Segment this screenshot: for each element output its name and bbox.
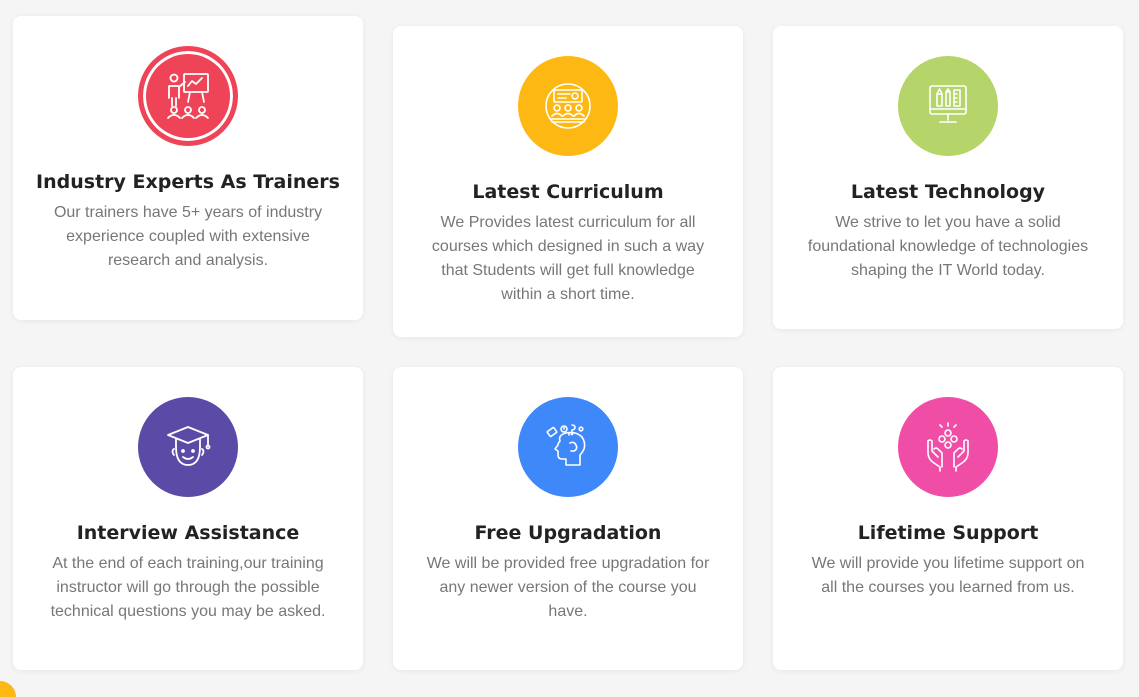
head-thinking-icon bbox=[518, 397, 618, 497]
feature-description: We strive to let you have a solid founda… bbox=[807, 214, 1089, 279]
feature-description: We will provide you lifetime support on … bbox=[811, 555, 1085, 596]
feature-title: Latest Curriculum bbox=[472, 181, 664, 203]
feature-title: Interview Assistance bbox=[76, 522, 300, 544]
feature-description: We will be provided free upgradation for… bbox=[426, 555, 710, 620]
classroom-curriculum-icon bbox=[518, 56, 618, 156]
feature-card-interview-assistance: Interview Assistance At the end of each … bbox=[13, 367, 363, 670]
feature-description: Our trainers have 5+ years of industry e… bbox=[53, 204, 323, 269]
feature-card-free-upgradation: Free Upgradation We will be provided fre… bbox=[393, 367, 743, 670]
graduate-student-icon bbox=[138, 397, 238, 497]
feature-title: Latest Technology bbox=[850, 181, 1046, 203]
hands-support-icon bbox=[898, 397, 998, 497]
features-grid: Industry Experts As Trainers Our trainer… bbox=[0, 0, 1139, 697]
feature-card-lifetime-support: Lifetime Support We will provide you lif… bbox=[773, 367, 1123, 670]
floating-action-dot[interactable] bbox=[0, 681, 16, 697]
feature-description: We Provides latest curriculum for all co… bbox=[431, 214, 705, 303]
trainer-presentation-icon bbox=[138, 46, 238, 146]
feature-description: At the end of each training,our training… bbox=[50, 555, 326, 620]
feature-card-latest-technology: Latest Technology We strive to let you h… bbox=[773, 26, 1123, 329]
feature-card-latest-curriculum: Latest Curriculum We Provides latest cur… bbox=[393, 26, 743, 337]
feature-card-industry-experts: Industry Experts As Trainers Our trainer… bbox=[13, 16, 363, 320]
feature-title: Lifetime Support bbox=[857, 522, 1039, 544]
feature-title: Industry Experts As Trainers bbox=[36, 171, 340, 193]
feature-title: Free Upgradation bbox=[474, 522, 662, 544]
monitor-tools-icon bbox=[898, 56, 998, 156]
